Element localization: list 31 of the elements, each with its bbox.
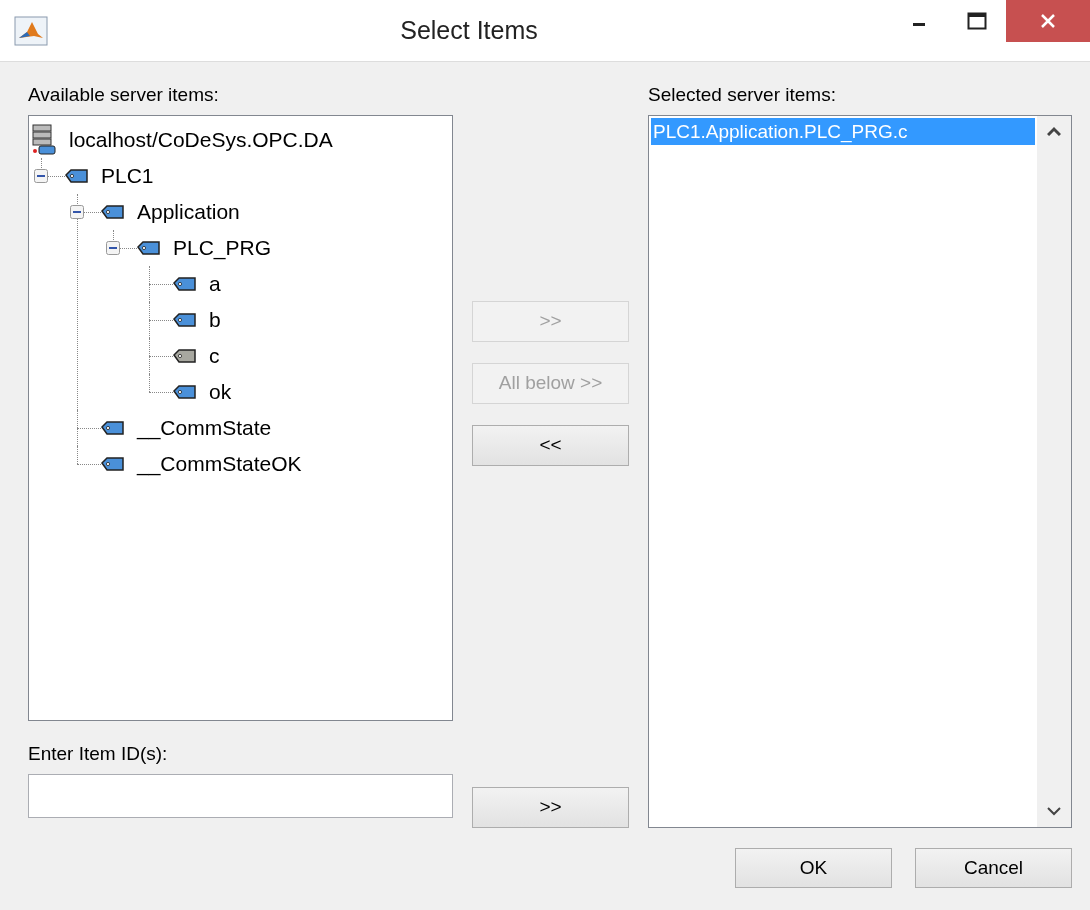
tree-item[interactable]: b — [209, 304, 221, 336]
tree-item[interactable]: a — [209, 268, 221, 300]
window-title: Select Items — [399, 14, 539, 46]
server-icon — [31, 124, 57, 156]
item-id-label: Enter Item ID(s): — [28, 742, 169, 766]
minimize-icon — [913, 22, 925, 26]
scroll-down-icon[interactable] — [1047, 807, 1061, 817]
collapse-icon[interactable] — [104, 239, 122, 257]
cancel-button[interactable]: Cancel — [915, 848, 1072, 888]
scroll-up-icon[interactable] — [1047, 126, 1061, 136]
tree-item[interactable]: __CommStateOK — [137, 448, 302, 480]
tree-item[interactable]: Application — [137, 196, 240, 228]
tree-view[interactable]: localhost/CoDeSys.OPC.DA PLC1 Application PLC_PRG a b c ok __CommState __CommStateOK — [28, 115, 453, 721]
add-id-button[interactable]: >> — [472, 787, 629, 828]
tree-item[interactable]: c — [209, 340, 220, 372]
tree-item[interactable]: __CommState — [137, 412, 272, 444]
collapse-icon[interactable] — [32, 167, 50, 185]
available-items-label: Available server items: — [28, 83, 220, 107]
maximize-icon — [967, 12, 987, 30]
collapse-icon[interactable] — [68, 203, 86, 221]
app-icon — [14, 15, 48, 46]
tree-item[interactable]: localhost/CoDeSys.OPC.DA — [69, 124, 333, 156]
ok-button[interactable]: OK — [735, 848, 892, 888]
item-id-field[interactable] — [28, 774, 453, 818]
scrollbar[interactable] — [1037, 116, 1071, 827]
tree-item[interactable]: PLC_PRG — [173, 232, 272, 264]
tree-item[interactable]: ok — [209, 376, 232, 408]
selected-items-label: Selected server items: — [648, 83, 837, 107]
close-icon — [1039, 12, 1057, 30]
remove-button[interactable]: << — [472, 425, 629, 466]
tree-item[interactable]: PLC1 — [101, 160, 154, 192]
